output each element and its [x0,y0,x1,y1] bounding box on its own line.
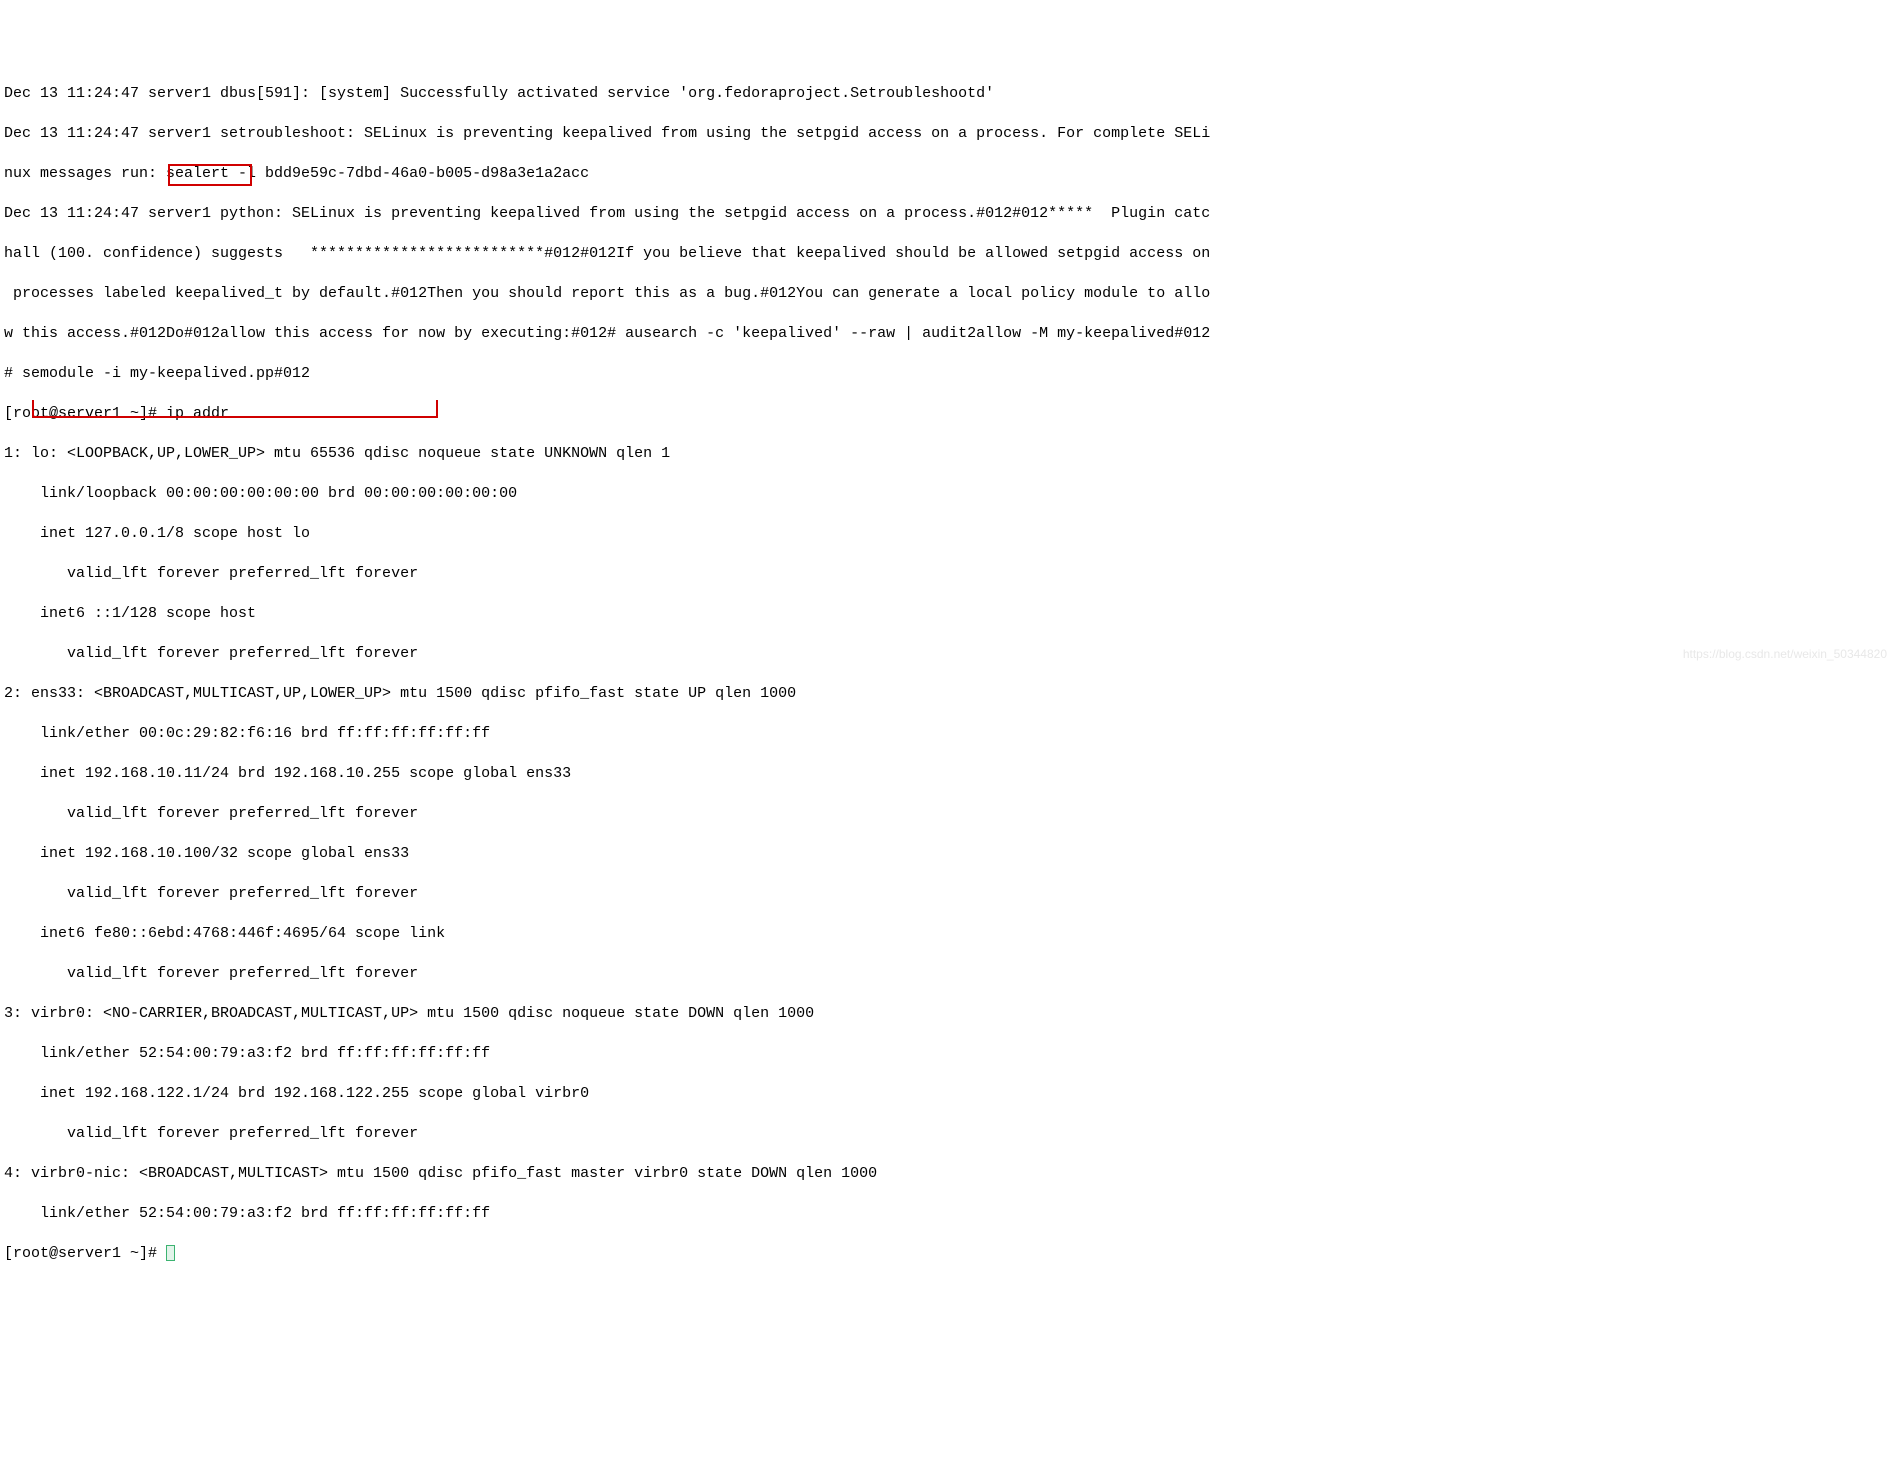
log-line: w this access.#012Do#012allow this acces… [4,324,1895,344]
log-line: processes labeled keepalived_t by defaul… [4,284,1895,304]
output-line: inet 192.168.122.1/24 brd 192.168.122.25… [4,1084,1895,1104]
output-line: 4: virbr0-nic: <BROADCAST,MULTICAST> mtu… [4,1164,1895,1184]
log-line: hall (100. confidence) suggests ********… [4,244,1895,264]
command-ip-addr: ip addr [166,405,229,422]
output-line: link/ether 00:0c:29:82:f6:16 brd ff:ff:f… [4,724,1895,744]
output-line: valid_lft forever preferred_lft forever [4,964,1895,984]
output-line: valid_lft forever preferred_lft forever [4,804,1895,824]
output-line: valid_lft forever preferred_lft forever [4,644,1895,664]
output-line: 2: ens33: <BROADCAST,MULTICAST,UP,LOWER_… [4,684,1895,704]
log-line: Dec 13 11:24:47 server1 dbus[591]: [syst… [4,84,1895,104]
prompt-prefix: [root@server1 ~]# [4,1245,166,1262]
output-line: inet 192.168.10.11/24 brd 192.168.10.255… [4,764,1895,784]
log-line: Dec 13 11:24:47 server1 setroubleshoot: … [4,124,1895,144]
output-line: valid_lft forever preferred_lft forever [4,884,1895,904]
cursor-icon [166,1245,175,1261]
log-line: nux messages run: sealert -l bdd9e59c-7d… [4,164,1895,184]
output-line: link/loopback 00:00:00:00:00:00 brd 00:0… [4,484,1895,504]
log-line: # semodule -i my-keepalived.pp#012 [4,364,1895,384]
output-line: link/ether 52:54:00:79:a3:f2 brd ff:ff:f… [4,1204,1895,1224]
output-line: link/ether 52:54:00:79:a3:f2 brd ff:ff:f… [4,1044,1895,1064]
watermark: https://blog.csdn.net/weixin_50344820 [1683,644,1887,664]
output-line-vip: inet 192.168.10.100/32 scope global ens3… [4,844,1895,864]
shell-prompt[interactable]: [root@server1 ~]# [4,1244,1895,1264]
output-line: 3: virbr0: <NO-CARRIER,BROADCAST,MULTICA… [4,1004,1895,1024]
log-line: Dec 13 11:24:47 server1 python: SELinux … [4,204,1895,224]
output-line: inet6 ::1/128 scope host [4,604,1895,624]
shell-prompt[interactable]: [root@server1 ~]# ip addr [4,404,1895,424]
output-line: 1: lo: <LOOPBACK,UP,LOWER_UP> mtu 65536 … [4,444,1895,464]
output-line: valid_lft forever preferred_lft forever [4,564,1895,584]
prompt-prefix: [root@server1 ~]# [4,405,166,422]
output-line: inet6 fe80::6ebd:4768:446f:4695/64 scope… [4,924,1895,944]
output-line: inet 127.0.0.1/8 scope host lo [4,524,1895,544]
output-line: valid_lft forever preferred_lft forever [4,1124,1895,1144]
